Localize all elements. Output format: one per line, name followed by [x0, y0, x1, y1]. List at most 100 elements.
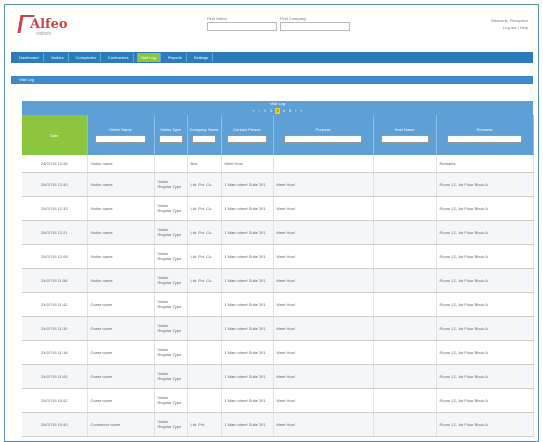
cell-company-name: Ltd. Pvt. Co.: [187, 244, 222, 269]
column-header-host-name[interactable]: Host Name: [373, 115, 437, 155]
cell-remarks: Remarks: [436, 155, 534, 173]
cell-contact-person: 1 Main street Suite 201: [221, 340, 274, 365]
pager-link[interactable]: 5: [288, 108, 292, 114]
cell-date: 24/07/15 11:56: [22, 268, 88, 293]
column-filter-input[interactable]: [380, 135, 429, 143]
cell-remarks: Room 12, 1st Floor Block A: [436, 244, 534, 269]
column-header-visitor-name[interactable]: Visitor Name: [87, 115, 155, 155]
pager-link[interactable]: 4: [282, 108, 286, 114]
cell-remarks: Room 12, 1st Floor Block A: [436, 340, 534, 365]
visitor-search-input[interactable]: [207, 22, 277, 31]
pager-link[interactable]: ›: [294, 108, 297, 114]
nav-item-contractors[interactable]: Contractors: [104, 53, 134, 62]
cell-contact-person: 1 Main street Suite 201: [221, 388, 274, 413]
pager-link[interactable]: 1: [263, 108, 267, 114]
cell-visitor-name: Guest name: [87, 292, 155, 317]
column-header-date[interactable]: Date: [22, 115, 88, 155]
cell-contact-person: 1 Main street Suite 201: [221, 412, 274, 437]
nav-item-settings[interactable]: Settings: [190, 53, 214, 62]
logout-link[interactable]: Log out | Help: [491, 24, 528, 31]
cell-visitor-name: Guest name: [87, 364, 155, 389]
table-row[interactable]: 24/07/15 11:18 Guest name Visitor Regular …: [22, 340, 534, 365]
cell-purpose: Meet Host: [273, 220, 374, 245]
pager-link[interactable]: »: [299, 108, 303, 114]
table-row[interactable]: 24/07/15 12:21 Visitor name Visitor Regula…: [22, 220, 534, 245]
cell-host-name: [373, 412, 437, 437]
cell-remarks: Room 12, 1st Floor Block A: [436, 268, 534, 293]
cell-contact-person: 1 Main street Suite 201: [221, 268, 274, 293]
cell-purpose: Meet Host: [273, 412, 374, 437]
cell-visitor-name: Visitor name: [87, 196, 155, 221]
table-row[interactable]: 24/07/15 11:42 Guest name Visitor Regular …: [22, 292, 534, 317]
nav-item-visit-log[interactable]: Visit Log: [136, 53, 161, 62]
page-subheader: Visit Log: [11, 76, 533, 84]
brand-tagline: visitors: [36, 31, 52, 37]
cell-date: 24/07/15 12:40: [22, 172, 88, 197]
table-row[interactable]: 24/07/15 12:40 Visitor name Visitor Regula…: [22, 172, 534, 197]
cell-visitor-name: Guest name: [87, 388, 155, 413]
column-header-contact-person[interactable]: Contact Person: [221, 115, 274, 155]
cell-visitor-name: Visitor name: [87, 155, 155, 173]
cell-visitor-type: Visitor Regular Type: [154, 172, 188, 197]
table-row[interactable]: 24/07/15 10:52 Guest name Visitor Regular …: [22, 388, 534, 413]
nav-item-dashboard[interactable]: Dashboard: [15, 53, 44, 62]
cell-purpose: Meet Host: [273, 364, 374, 389]
cell-purpose: Meet Host: [273, 244, 374, 269]
cell-company-name: [187, 316, 222, 341]
cell-contact-person: 1 Main street Suite 201: [221, 292, 274, 317]
table-row[interactable]: 24/07/15 12:33 Visitor name Visitor Regula…: [22, 196, 534, 221]
cell-host-name: [373, 268, 437, 293]
nav-item-visitors[interactable]: Visitors: [47, 53, 69, 62]
column-filter-input[interactable]: [158, 135, 183, 143]
column-header-company-name[interactable]: Company Name: [187, 115, 222, 155]
column-header-remarks[interactable]: Remarks: [436, 115, 534, 155]
cell-host-name: [373, 340, 437, 365]
table-row[interactable]: 24/07/15 11:56 Visitor name Visitor Regula…: [22, 268, 534, 293]
cell-remarks: Room 12, 1st Floor Block A: [436, 388, 534, 413]
table-row[interactable]: 24/07/15 10:40 Contractor name Visitor Reg…: [22, 412, 534, 437]
cell-host-name: [373, 196, 437, 221]
nav-item-companies[interactable]: Companies: [72, 53, 101, 62]
company-search-input[interactable]: [280, 22, 350, 31]
column-header-label: Date: [50, 132, 59, 138]
cell-remarks: Room 12, 1st Floor Block A: [436, 412, 534, 437]
cell-remarks: Room 12, 1st Floor Block A: [436, 316, 534, 341]
column-header-label: Contact Person: [233, 127, 261, 132]
cell-contact-person: 1 Main street Suite 201: [221, 316, 274, 341]
table-row[interactable]: 24/07/15 11:30 Guest name Visitor Regular …: [22, 316, 534, 341]
cell-company-name: Bus: [187, 155, 222, 173]
cell-visitor-type: Visitor Regular Type: [154, 268, 188, 293]
nav-item-reports[interactable]: Reports: [164, 53, 187, 62]
user-info: Welcome, Reception Log out | Help: [491, 17, 528, 31]
column-filter-input[interactable]: [446, 135, 523, 143]
table-row[interactable]: 24/07/15 11:05 Guest name Visitor Regular …: [22, 364, 534, 389]
column-header-label: Remarks: [476, 127, 493, 132]
cell-company-name: [187, 388, 222, 413]
cell-host-name: [373, 364, 437, 389]
pager-link[interactable]: «: [251, 108, 255, 114]
cell-remarks: Room 12, 1st Floor Block A: [436, 220, 534, 245]
cell-visitor-type: Visitor Regular Type: [154, 316, 188, 341]
header: Alfeo visitors Find Visitor Find Company…: [5, 5, 538, 45]
column-header-visitor-type[interactable]: Visitor Type: [154, 115, 188, 155]
column-filter-input[interactable]: [284, 135, 362, 143]
pager-link[interactable]: ‹: [258, 108, 261, 114]
column-header-label: Visitor Name: [109, 127, 132, 132]
cell-contact-person: 1 Main street Suite 201: [221, 172, 274, 197]
table-row[interactable]: 24/07/15 12:46 Visitor name Bus Meet Host Re…: [22, 155, 534, 173]
visit-log-grid: Visit Log «‹ 1 2 3 4 5 ›» Date Visitor Name Visi…: [22, 101, 534, 441]
brand-logo[interactable]: Alfeo visitors: [17, 15, 68, 37]
column-header-label: Host Name: [394, 127, 415, 132]
table-row[interactable]: 24/07/15 12:08 Visitor name Visitor Regula…: [22, 244, 534, 269]
cell-purpose: [273, 155, 374, 173]
column-filter-input[interactable]: [227, 135, 267, 143]
pager-link[interactable]: 3: [275, 108, 280, 114]
cell-visitor-name: Contractor name: [87, 412, 155, 437]
cell-company-name: Ltd. Pvt. Co.: [187, 268, 222, 293]
column-filter-input[interactable]: [94, 135, 147, 143]
column-filter-input[interactable]: [191, 135, 217, 143]
cell-host-name: [373, 220, 437, 245]
pager-link[interactable]: 2: [269, 108, 273, 114]
column-header-purpose[interactable]: Purpose: [273, 115, 374, 155]
cell-date: 24/07/15 12:21: [22, 220, 88, 245]
